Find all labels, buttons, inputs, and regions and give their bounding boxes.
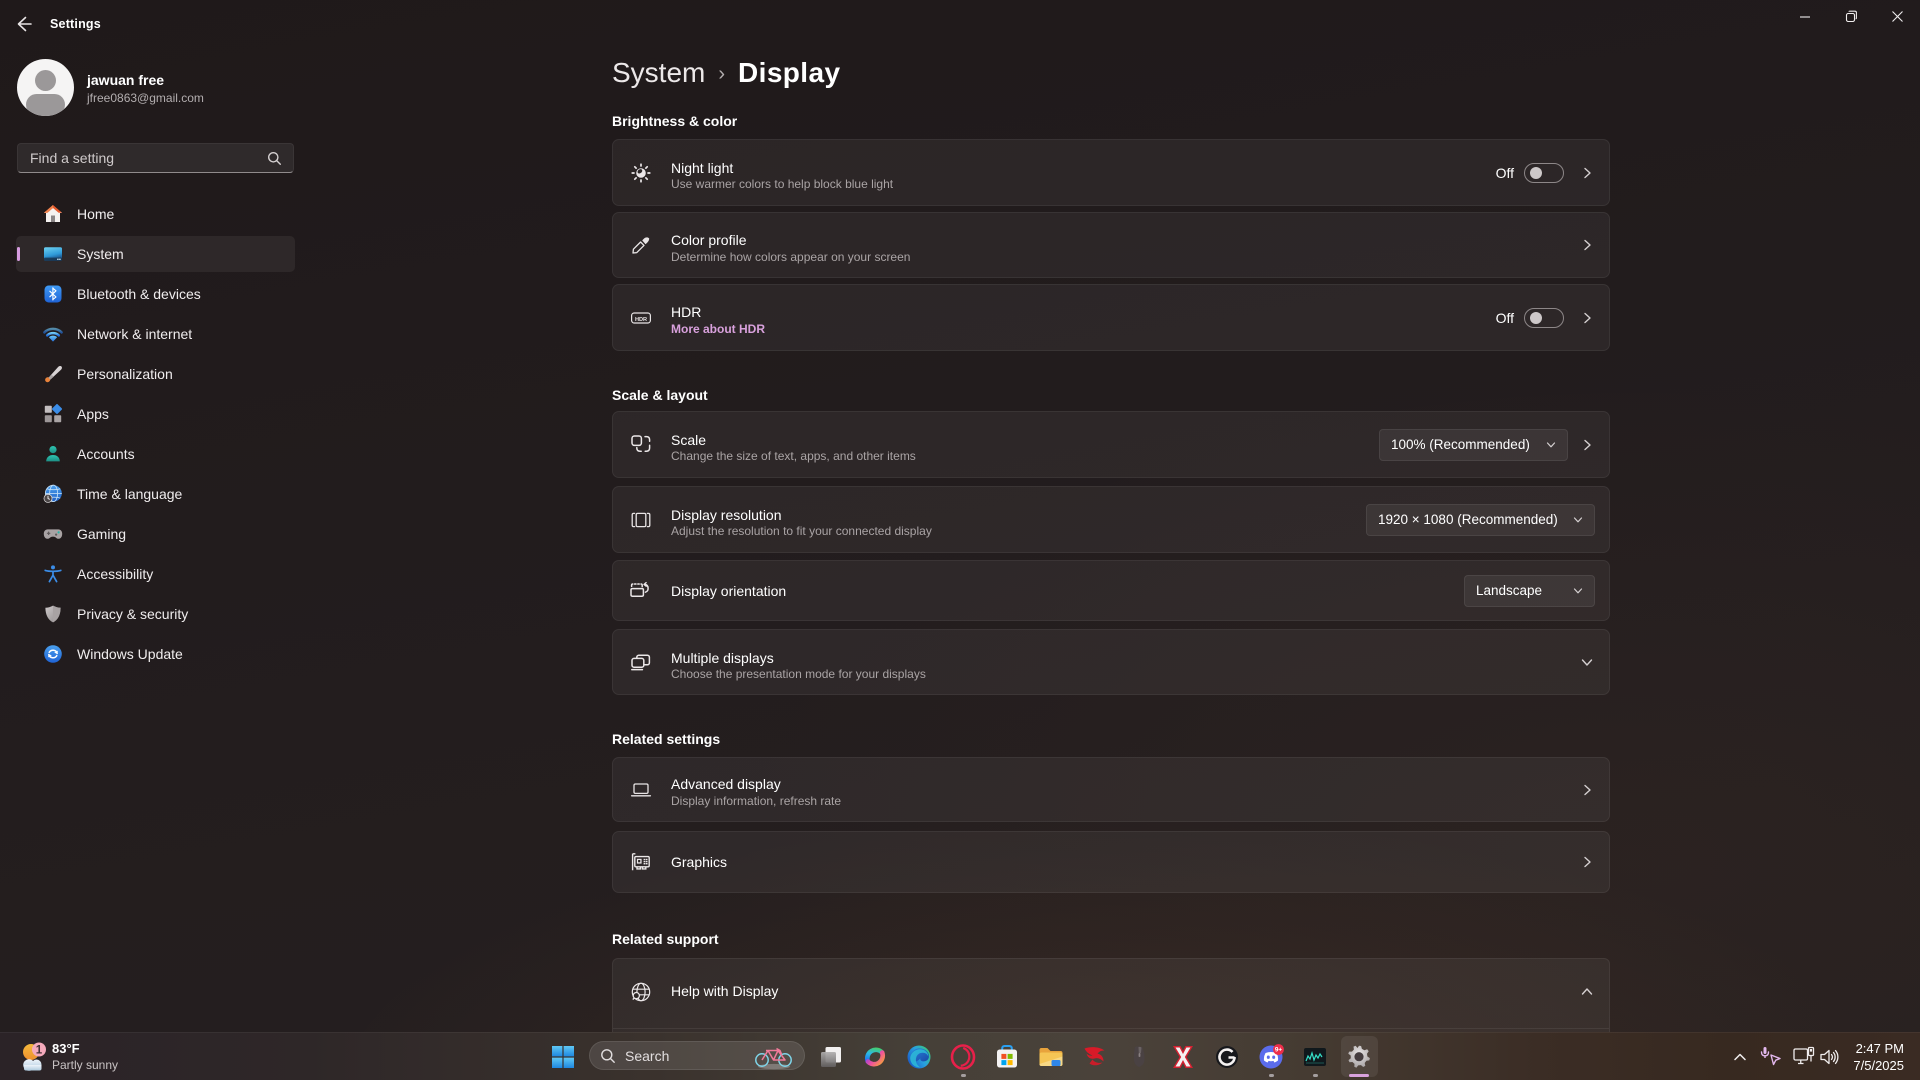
- svg-text:HDR: HDR: [635, 316, 647, 322]
- svg-text:9+: 9+: [1275, 1046, 1283, 1053]
- svg-text:1: 1: [36, 1044, 43, 1056]
